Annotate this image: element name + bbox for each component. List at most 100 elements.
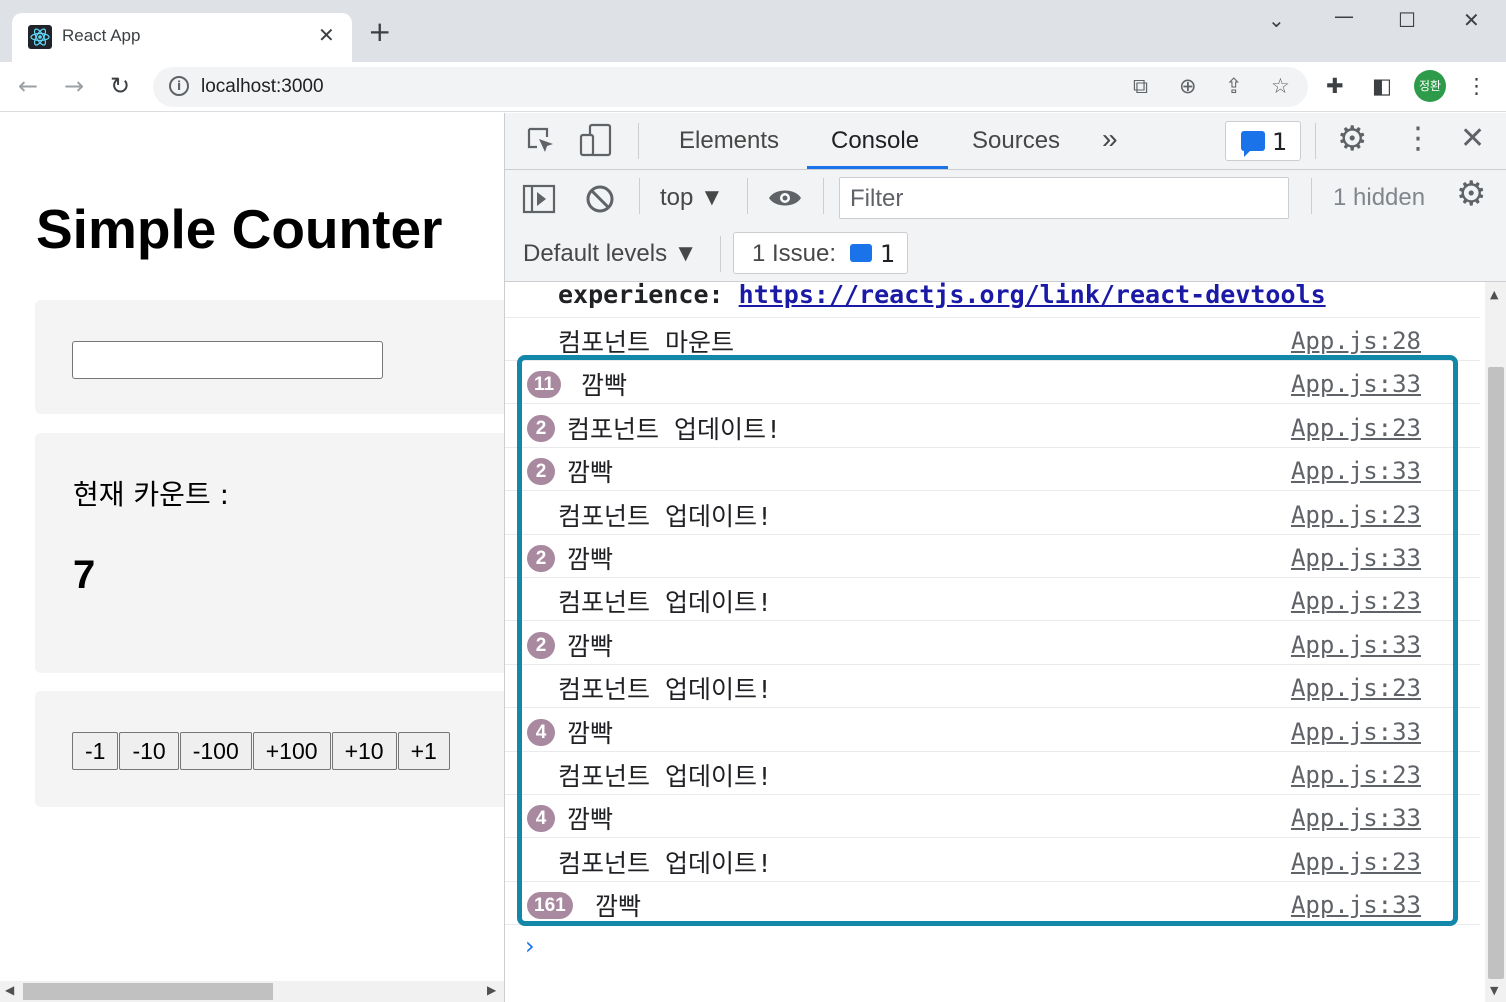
source-link[interactable]: App.js:23: [1291, 501, 1421, 529]
console-message: 4 깜빡 App.js:33: [505, 709, 1480, 752]
source-link[interactable]: App.js:33: [1291, 631, 1421, 659]
message-text: 깜빡: [581, 371, 628, 401]
minus-1-button[interactable]: -1: [72, 732, 119, 770]
zoom-icon[interactable]: ⊕: [1179, 74, 1197, 98]
plus-10-button[interactable]: +10: [331, 732, 397, 770]
console-message: 컴포넌트 업데이트! App.js:23: [505, 665, 1480, 709]
message-text: 깜빡: [567, 545, 614, 574]
source-link[interactable]: App.js:28: [1291, 327, 1421, 355]
browser-toolbar: ← → ↻ i localhost:3000 ⧉ ⊕ ⇪ ☆ ✚ ◧ 정환 ⋮: [0, 62, 1506, 112]
side-panel-icon[interactable]: ◧: [1372, 74, 1392, 98]
source-link[interactable]: App.js:33: [1291, 457, 1421, 485]
new-tab-icon[interactable]: +: [368, 18, 391, 46]
message-label: experience:: [558, 282, 724, 309]
console-settings-gear-icon[interactable]: ⚙: [1456, 174, 1486, 214]
address-bar[interactable]: i localhost:3000 ⧉ ⊕ ⇪ ☆: [153, 67, 1308, 107]
device-toolbar-icon[interactable]: [579, 123, 613, 157]
console-message: 2 깜빡 App.js:33: [505, 622, 1480, 665]
console-message: experience: https://reactjs.org/link/rea…: [505, 282, 1480, 318]
message-text: 컴포넌트 업데이트!: [558, 675, 773, 705]
scroll-up-icon[interactable]: ▲: [1490, 288, 1498, 301]
issues-summary-button[interactable]: 1 Issue: 1: [733, 232, 908, 274]
devtools-menu-icon[interactable]: ⋮: [1403, 121, 1433, 156]
tab-elements[interactable]: Elements: [679, 127, 779, 155]
repeat-count-badge: 2: [527, 631, 555, 659]
repeat-count-badge: 4: [527, 805, 555, 833]
scroll-left-icon[interactable]: ◀: [5, 983, 14, 997]
text-input[interactable]: [72, 341, 383, 379]
filter-input[interactable]: Filter: [839, 177, 1289, 219]
scrollbar-thumb[interactable]: [23, 983, 273, 1000]
scroll-right-icon[interactable]: ▶: [487, 983, 496, 997]
inspect-element-icon[interactable]: [525, 125, 557, 157]
browser-menu-icon[interactable]: ⋮: [1466, 74, 1487, 98]
repeat-count-badge: 161: [527, 892, 573, 920]
bookmark-star-icon[interactable]: ☆: [1271, 74, 1290, 98]
live-expression-eye-icon[interactable]: [767, 186, 803, 210]
site-info-icon[interactable]: i: [169, 76, 189, 96]
message-text: 깜빡: [567, 631, 614, 661]
extensions-icon[interactable]: ✚: [1326, 74, 1344, 98]
translate-icon[interactable]: ⧉: [1133, 74, 1148, 99]
console-message: 11 깜빡 App.js:33: [505, 361, 1480, 405]
source-link[interactable]: App.js:23: [1291, 674, 1421, 702]
source-link[interactable]: App.js:33: [1291, 891, 1421, 919]
source-link[interactable]: App.js:23: [1291, 761, 1421, 789]
minus-100-button[interactable]: -100: [179, 732, 252, 770]
console-vertical-scrollbar[interactable]: ▲ ▼: [1485, 282, 1506, 1002]
close-devtools-icon[interactable]: ✕: [1460, 121, 1485, 156]
source-link[interactable]: App.js:23: [1291, 848, 1421, 876]
source-link[interactable]: App.js:33: [1291, 544, 1421, 572]
back-icon[interactable]: ←: [18, 72, 38, 100]
issues-summary-count: 1: [880, 240, 896, 268]
count-card: 현재 카운트 : 7: [35, 433, 504, 673]
share-icon[interactable]: ⇪: [1225, 74, 1243, 98]
tab-console[interactable]: Console: [831, 127, 919, 155]
reload-icon[interactable]: ↻: [110, 72, 130, 100]
more-tabs-icon[interactable]: »: [1102, 123, 1118, 155]
source-link[interactable]: App.js:33: [1291, 804, 1421, 832]
repeat-count-badge: 2: [527, 414, 555, 442]
divider: [639, 178, 640, 214]
message-text: 깜빡: [567, 805, 614, 835]
message-text: 깜빡: [595, 892, 642, 922]
close-window-icon[interactable]: ✕: [1463, 8, 1480, 32]
source-link[interactable]: App.js:33: [1291, 718, 1421, 746]
forward-icon[interactable]: →: [64, 72, 84, 100]
devtools-panel: Elements Console Sources » 1 ⚙ ⋮ ✕ top ▼: [504, 113, 1506, 1002]
console-message: 컴포넌트 마운트 App.js:28: [505, 318, 1480, 361]
devtools-link[interactable]: https://reactjs.org/link/react-devtools: [739, 282, 1326, 309]
source-link[interactable]: App.js:33: [1291, 370, 1421, 398]
profile-avatar[interactable]: 정환: [1414, 70, 1446, 102]
sidebar-toggle-icon[interactable]: [522, 184, 556, 214]
scroll-down-icon[interactable]: ▼: [1490, 984, 1498, 997]
issues-summary-label: 1 Issue:: [752, 240, 837, 267]
repeat-count-badge: 2: [527, 545, 555, 572]
source-link[interactable]: App.js:23: [1291, 414, 1421, 442]
console-prompt-icon[interactable]: ›: [525, 932, 535, 960]
clear-console-icon[interactable]: [585, 184, 615, 214]
scrollbar-thumb[interactable]: [1488, 367, 1504, 979]
minimize-icon[interactable]: —: [1334, 4, 1354, 28]
tab-search-chevron-icon[interactable]: ⌄: [1268, 8, 1285, 32]
console-output: experience: https://reactjs.org/link/rea…: [505, 282, 1485, 1002]
browser-tab[interactable]: React App ✕: [12, 13, 352, 62]
horizontal-scrollbar[interactable]: ◀ ▶: [0, 981, 504, 1002]
maximize-icon[interactable]: ☐: [1398, 8, 1416, 32]
message-text: 컴포넌트 마운트: [558, 328, 735, 357]
plus-100-button[interactable]: +100: [252, 732, 331, 770]
url-text[interactable]: localhost:3000: [201, 76, 324, 98]
minus-10-button[interactable]: -10: [119, 732, 179, 770]
console-message: 2 컴포넌트 업데이트! App.js:23: [505, 405, 1480, 448]
context-selector[interactable]: top ▼: [660, 184, 724, 212]
console-message: 컴포넌트 업데이트! App.js:23: [505, 492, 1480, 535]
divider: [638, 123, 639, 159]
tab-sources[interactable]: Sources: [972, 127, 1060, 155]
issues-button[interactable]: 1: [1225, 121, 1301, 161]
plus-1-button[interactable]: +1: [397, 732, 450, 770]
log-levels-dropdown[interactable]: Default levels ▼: [523, 240, 698, 268]
source-link[interactable]: App.js:23: [1291, 587, 1421, 615]
close-tab-icon[interactable]: ✕: [318, 23, 335, 47]
settings-gear-icon[interactable]: ⚙: [1337, 119, 1367, 159]
message-text: experience: https://reactjs.org/link/rea…: [558, 282, 1326, 309]
